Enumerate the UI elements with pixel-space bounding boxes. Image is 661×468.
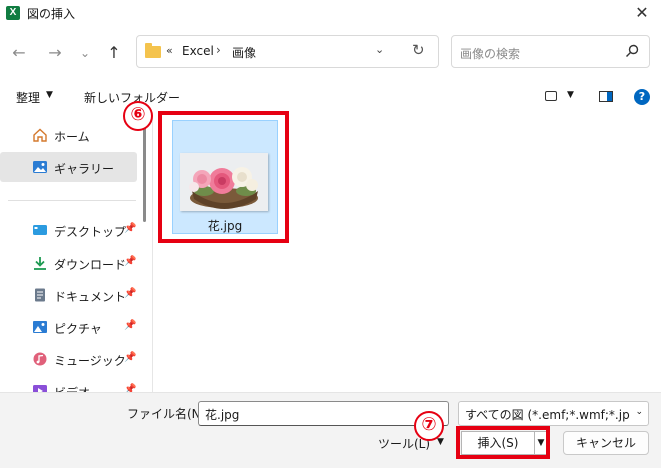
search-input[interactable]: 画像の検索	[460, 45, 520, 62]
desktop-icon	[33, 225, 47, 235]
pin-icon[interactable]: 📌	[124, 320, 136, 331]
search-icon[interactable]	[625, 44, 639, 58]
sidebar-item-label: ビデオ	[54, 384, 90, 392]
sidebar-item-home[interactable]: ホーム	[0, 120, 137, 150]
sidebar-item-label: ダウンロード	[54, 258, 127, 272]
search-box[interactable]: 画像の検索	[451, 35, 650, 68]
navigation-pane: ホーム ギャラリー デスクトップ 📌 ダウンロード 📌 ドキュメント 📌 ピクチ…	[0, 114, 152, 392]
command-bar: 整理 ▼ 新しいフォルダー ▼ ?	[0, 80, 661, 112]
filename-value[interactable]: 花.jpg	[205, 406, 239, 423]
sidebar-item-pictures[interactable]: ピクチャ 📌	[0, 312, 137, 342]
view-mode-icon[interactable]	[545, 91, 557, 101]
breadcrumb-excel[interactable]: Excel	[182, 44, 214, 58]
filetype-select[interactable]: すべての図 (*.emf;*.wmf;*.jpg;*.jp ⌄	[458, 401, 649, 426]
sidebar-item-label: ドキュメント	[54, 290, 127, 304]
sidebar-item-label: ホーム	[54, 130, 90, 144]
sidebar-item-desktop[interactable]: デスクトップ 📌	[0, 215, 137, 245]
highlight-box-insert	[456, 426, 550, 459]
pin-icon[interactable]: 📌	[124, 223, 136, 234]
step-marker-6: ⑥	[123, 101, 153, 131]
sidebar-item-downloads[interactable]: ダウンロード 📌	[0, 248, 137, 278]
sidebar-item-label: ピクチャ	[54, 322, 102, 336]
pin-icon[interactable]: 📌	[124, 288, 136, 299]
sidebar-item-label: ギャラリー	[54, 162, 115, 176]
up-button[interactable]: ↑	[103, 42, 125, 64]
pin-icon[interactable]: 📌	[124, 384, 136, 392]
highlight-box-file	[158, 111, 289, 243]
title-bar: X 図の挿入 ✕	[0, 0, 661, 26]
divider	[8, 200, 136, 201]
breadcrumb-overflow-icon[interactable]: «	[166, 44, 173, 57]
sidebar-item-documents[interactable]: ドキュメント 📌	[0, 280, 137, 310]
music-icon	[33, 352, 47, 366]
caret-down-icon[interactable]: ▼	[567, 90, 574, 100]
pictures-icon	[33, 321, 47, 333]
chevron-down-icon[interactable]: ⌄	[375, 43, 384, 56]
breadcrumb-separator-icon[interactable]: ›	[216, 43, 221, 57]
refresh-icon[interactable]: ↻	[412, 41, 425, 59]
sidebar-item-videos[interactable]: ビデオ 📌	[0, 376, 137, 392]
sidebar-item-label: デスクトップ	[54, 225, 127, 239]
step-marker-7: ⑦	[414, 411, 444, 441]
help-icon[interactable]: ?	[634, 89, 650, 105]
cancel-button[interactable]: キャンセル	[563, 431, 649, 455]
pin-icon[interactable]: 📌	[124, 256, 136, 267]
recent-locations-button[interactable]: ⌄	[74, 42, 96, 64]
preview-pane-icon[interactable]	[599, 91, 613, 102]
caret-down-icon[interactable]: ▼	[46, 90, 53, 100]
window-title: 図の挿入	[27, 7, 76, 21]
bottom-panel: ファイル名(N): 花.jpg すべての図 (*.emf;*.wmf;*.jpg…	[0, 392, 661, 468]
excel-icon: X	[6, 6, 20, 20]
download-icon	[34, 257, 46, 270]
caret-down-icon[interactable]: ▼	[437, 437, 444, 447]
forward-button[interactable]: →	[44, 42, 66, 64]
filetype-value: すべての図 (*.emf;*.wmf;*.jpg;*.jp	[465, 408, 630, 422]
gallery-icon	[33, 161, 47, 173]
address-bar[interactable]: « Excel › 画像 ⌄ ↻	[136, 35, 439, 68]
organize-button[interactable]: 整理	[16, 89, 40, 106]
document-icon	[35, 288, 45, 302]
sidebar-item-label: ミュージック	[54, 354, 126, 368]
filename-field[interactable]: 花.jpg	[198, 401, 449, 426]
back-button[interactable]: ←	[8, 42, 30, 64]
close-button[interactable]: ✕	[631, 3, 653, 23]
chevron-down-icon[interactable]: ⌄	[635, 407, 643, 417]
breadcrumb-images[interactable]: 画像	[232, 44, 256, 61]
pin-icon[interactable]: 📌	[124, 352, 136, 363]
sidebar-scrollbar[interactable]	[143, 118, 146, 222]
video-icon	[33, 385, 47, 392]
home-icon	[33, 128, 47, 142]
pane-divider[interactable]	[152, 114, 153, 392]
folder-icon	[145, 43, 161, 58]
sidebar-item-gallery[interactable]: ギャラリー	[0, 152, 137, 182]
sidebar-item-music[interactable]: ミュージック 📌	[0, 344, 137, 374]
